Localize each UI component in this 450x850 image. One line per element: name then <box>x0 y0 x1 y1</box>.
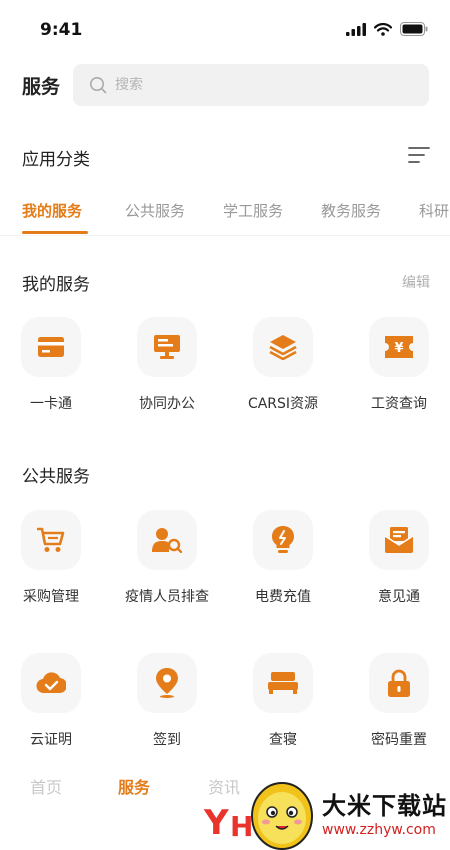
bed-icon <box>268 672 298 694</box>
location-pin-icon <box>156 668 178 698</box>
egg-mascot-icon: Y H <box>203 782 313 850</box>
service-carsi[interactable]: CARSI资源 <box>233 317 333 413</box>
cart-icon <box>37 527 65 552</box>
watermark-logo: Y H 大米下载站 www.zzhyw.com <box>200 772 450 850</box>
status-bar: 9:41 <box>0 0 450 56</box>
item-label: 采购管理 <box>23 589 79 605</box>
search-input[interactable] <box>115 77 395 93</box>
public-services-title: 公共服务 <box>22 467 90 487</box>
item-label: 一卡通 <box>30 396 72 412</box>
tab-research[interactable]: 科研 <box>419 200 449 221</box>
item-label: 协同办公 <box>139 396 195 412</box>
service-salary[interactable]: ¥ 工资查询 <box>349 317 449 413</box>
service-electricity[interactable]: 电费充值 <box>233 510 333 606</box>
tab-academic-services[interactable]: 教务服务 <box>321 200 381 221</box>
page-title: 服务 <box>22 76 61 98</box>
item-label: 签到 <box>153 732 181 748</box>
item-label: 电费充值 <box>255 589 311 605</box>
service-feedback[interactable]: 意见通 <box>349 510 449 606</box>
category-header: 应用分类 <box>22 143 430 170</box>
layers-icon <box>269 335 297 360</box>
card-icon <box>38 337 64 357</box>
monitor-icon <box>154 335 180 359</box>
tab-student-services[interactable]: 学工服务 <box>223 200 283 221</box>
service-dorm-check[interactable]: 查寝 <box>233 653 333 749</box>
person-search-icon <box>152 528 182 553</box>
svg-text:H: H <box>230 810 253 843</box>
edit-button[interactable]: 编辑 <box>402 272 430 292</box>
item-label: 工资查询 <box>371 396 427 412</box>
item-label: 疫情人员排查 <box>125 589 209 605</box>
filter-icon[interactable] <box>408 145 430 165</box>
service-office[interactable]: 协同办公 <box>117 317 217 413</box>
service-cloud-certificate[interactable]: 云证明 <box>1 653 101 749</box>
item-label: 云证明 <box>30 732 72 748</box>
tab-my-services[interactable]: 我的服务 <box>22 200 82 221</box>
status-time: 9:41 <box>40 20 83 40</box>
watermark-url: www.zzhyw.com <box>322 822 436 838</box>
yuan-ticket-icon: ¥ <box>385 336 413 358</box>
item-label: 密码重置 <box>371 732 427 748</box>
item-label: 查寝 <box>269 732 297 748</box>
lock-icon <box>388 669 410 697</box>
svg-text:¥: ¥ <box>394 341 403 356</box>
tab-active-indicator <box>22 231 88 234</box>
service-card[interactable]: 一卡通 <box>1 317 101 413</box>
my-services-title: 我的服务 <box>22 275 90 295</box>
category-title: 应用分类 <box>22 150 90 170</box>
cloud-check-icon <box>36 672 66 694</box>
search-box[interactable] <box>73 64 429 106</box>
category-tabs: 我的服务 公共服务 学工服务 教务服务 科研 <box>0 196 450 236</box>
svg-text:Y: Y <box>203 803 229 843</box>
wifi-icon <box>374 22 392 36</box>
item-label: 意见通 <box>378 589 420 605</box>
service-epidemic-check[interactable]: 疫情人员排查 <box>117 510 217 606</box>
nav-services[interactable]: 服务 <box>118 774 150 798</box>
tab-public-services[interactable]: 公共服务 <box>125 200 185 221</box>
battery-icon <box>400 22 428 36</box>
watermark-name: 大米下载站 <box>322 792 447 820</box>
status-icons <box>346 22 428 36</box>
service-purchase[interactable]: 采购管理 <box>1 510 101 606</box>
header: 服务 <box>0 64 450 106</box>
service-check-in[interactable]: 签到 <box>117 653 217 749</box>
signal-icon <box>346 22 366 36</box>
mail-icon <box>385 527 413 553</box>
search-icon <box>90 77 107 94</box>
nav-home[interactable]: 首页 <box>30 774 62 798</box>
item-label: CARSI资源 <box>247 396 319 412</box>
bulb-icon <box>272 526 294 553</box>
service-password-reset[interactable]: 密码重置 <box>349 653 449 749</box>
